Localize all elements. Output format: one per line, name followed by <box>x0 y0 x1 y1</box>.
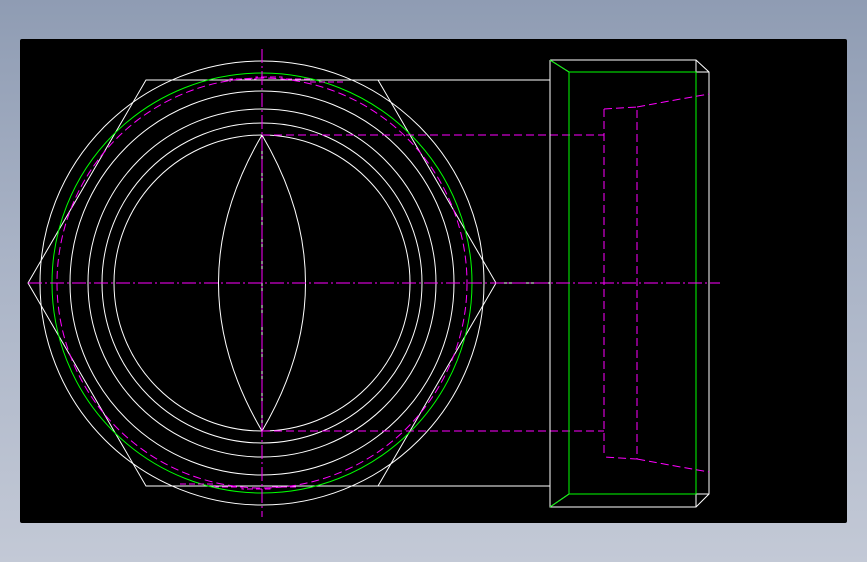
cad-viewport[interactable] <box>20 39 847 523</box>
side-taper-bottom <box>636 458 710 473</box>
center-lines <box>28 49 720 517</box>
cad-drawing <box>27 49 720 517</box>
side-thread-top <box>549 59 570 73</box>
side-taper-top <box>636 93 710 108</box>
side-thread-bottom <box>549 493 570 508</box>
